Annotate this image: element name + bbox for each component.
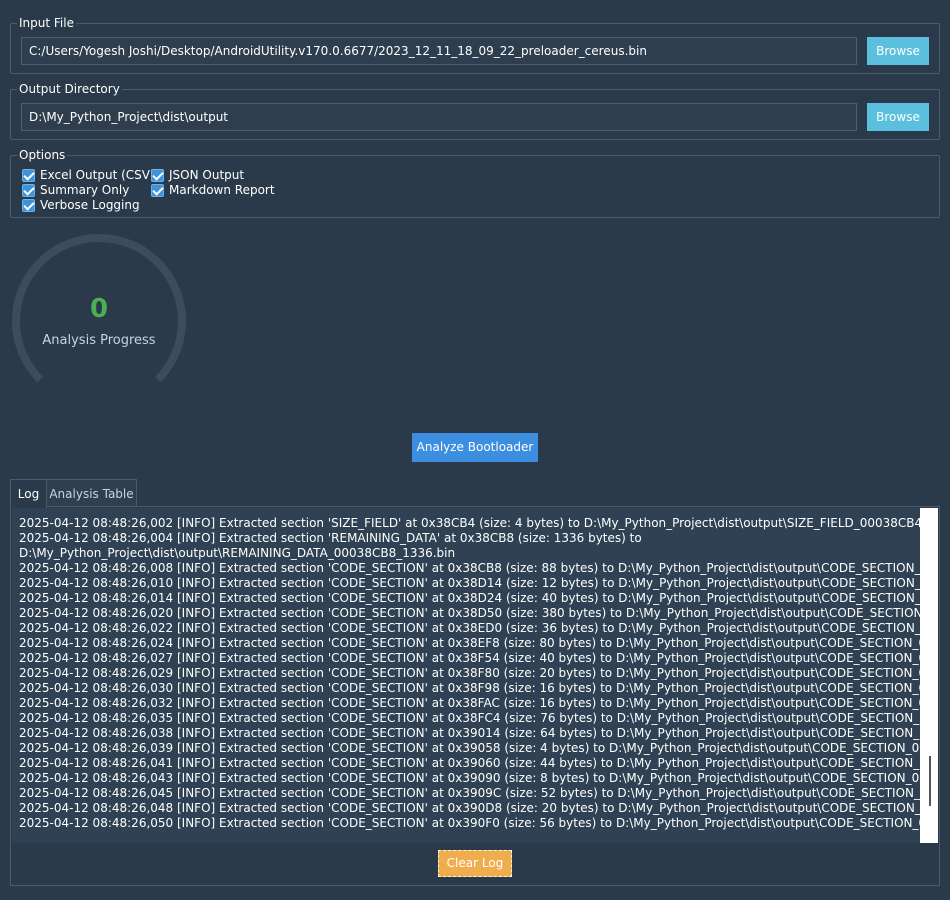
- log-text-area[interactable]: 2025-04-12 08:48:26,002 [INFO] Extracted…: [12, 508, 920, 843]
- log-line: 2025-04-12 08:48:26,045 [INFO] Extracted…: [19, 786, 920, 800]
- log-line: 2025-04-12 08:48:26,038 [INFO] Extracted…: [19, 726, 920, 740]
- json-output-checkbox[interactable]: JSON Output: [151, 168, 244, 182]
- output-directory-path-field[interactable]: D:\My_Python_Project\dist\output: [21, 103, 857, 131]
- tab-log[interactable]: Log: [10, 479, 47, 508]
- log-line: 2025-04-12 08:48:26,032 [INFO] Extracted…: [19, 696, 920, 710]
- options-title: Options: [17, 147, 68, 163]
- markdown-report-label: Markdown Report: [169, 183, 275, 197]
- log-line: 2025-04-12 08:48:26,024 [INFO] Extracted…: [19, 636, 920, 650]
- excel-output-label: Excel Output (CSV): [40, 168, 155, 182]
- log-line: D:\My_Python_Project\dist\output\REMAINI…: [19, 546, 456, 560]
- gauge-label: Analysis Progress: [42, 333, 156, 348]
- log-line: 2025-04-12 08:48:26,041 [INFO] Extracted…: [19, 756, 920, 770]
- log-line: 2025-04-12 08:48:26,035 [INFO] Extracted…: [19, 711, 920, 725]
- log-lines: 2025-04-12 08:48:26,002 [INFO] Extracted…: [19, 516, 920, 831]
- input-file-title: Input File: [17, 15, 76, 31]
- log-line: 2025-04-12 08:48:26,029 [INFO] Extracted…: [19, 666, 920, 680]
- gauge-value: 0: [89, 294, 109, 324]
- log-line: 2025-04-12 08:48:26,020 [INFO] Extracted…: [19, 606, 920, 620]
- log-line: 2025-04-12 08:48:26,002 [INFO] Extracted…: [19, 516, 920, 530]
- input-browse-button[interactable]: Browse: [867, 37, 929, 65]
- log-line: 2025-04-12 08:48:26,039 [INFO] Extracted…: [19, 741, 920, 755]
- log-line: 2025-04-12 08:48:26,043 [INFO] Extracted…: [19, 771, 920, 785]
- checkbox-checked-icon[interactable]: [151, 168, 164, 182]
- input-file-path-field[interactable]: C:/Users/Yogesh Joshi/Desktop/AndroidUti…: [21, 37, 857, 65]
- tab-analysis-table[interactable]: Analysis Table: [46, 479, 137, 507]
- log-line: 2025-04-12 08:48:26,050 [INFO] Extracted…: [19, 816, 920, 830]
- excel-output-checkbox[interactable]: Excel Output (CSV): [22, 168, 155, 182]
- clear-log-button[interactable]: Clear Log: [438, 850, 512, 877]
- log-line: 2025-04-12 08:48:26,027 [INFO] Extracted…: [19, 651, 920, 665]
- json-output-label: JSON Output: [169, 168, 245, 182]
- scrollbar-thumb[interactable]: [929, 756, 931, 806]
- log-line: 2025-04-12 08:48:26,008 [INFO] Extracted…: [19, 561, 920, 575]
- log-scrollbar[interactable]: [920, 508, 938, 843]
- checkbox-checked-icon[interactable]: [22, 198, 35, 212]
- markdown-report-checkbox[interactable]: Markdown Report: [151, 183, 275, 197]
- analysis-progress-gauge: 0 Analysis Progress: [8, 234, 190, 394]
- options-group: Options: [10, 147, 940, 218]
- summary-only-label: Summary Only: [40, 183, 130, 197]
- log-line: 2025-04-12 08:48:26,022 [INFO] Extracted…: [19, 621, 920, 635]
- checkbox-checked-icon[interactable]: [151, 183, 164, 197]
- log-line: 2025-04-12 08:48:26,004 [INFO] Extracted…: [19, 531, 642, 545]
- summary-only-checkbox[interactable]: Summary Only: [22, 183, 129, 197]
- checkbox-checked-icon[interactable]: [22, 168, 35, 182]
- output-directory-title: Output Directory: [17, 81, 122, 97]
- checkbox-checked-icon[interactable]: [22, 183, 35, 197]
- log-line: 2025-04-12 08:48:26,048 [INFO] Extracted…: [19, 801, 920, 815]
- log-line: 2025-04-12 08:48:26,030 [INFO] Extracted…: [19, 681, 920, 695]
- verbose-logging-label: Verbose Logging: [40, 198, 140, 212]
- log-line: 2025-04-12 08:48:26,014 [INFO] Extracted…: [19, 591, 920, 605]
- verbose-logging-checkbox[interactable]: Verbose Logging: [22, 198, 140, 212]
- analyze-bootloader-button[interactable]: Analyze Bootloader: [412, 433, 538, 462]
- output-browse-button[interactable]: Browse: [867, 103, 929, 131]
- log-line: 2025-04-12 08:48:26,010 [INFO] Extracted…: [19, 576, 920, 590]
